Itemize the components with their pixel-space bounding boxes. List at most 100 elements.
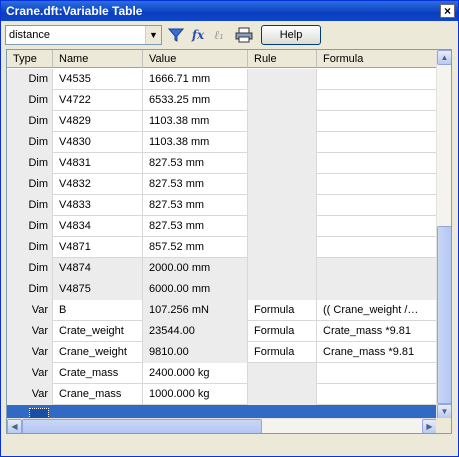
- cell-name[interactable]: Crate_weight: [53, 321, 143, 342]
- cell-formula[interactable]: [317, 363, 437, 384]
- cell-name[interactable]: V4829: [53, 111, 143, 132]
- horizontal-scrollbar[interactable]: ◀ ▶: [7, 418, 437, 433]
- cell-value[interactable]: 2400.000 kg: [143, 363, 248, 384]
- table-row[interactable]: Dim V4829 1103.38 mm: [7, 111, 437, 132]
- table-row[interactable]: Dim V4833 827.53 mm: [7, 195, 437, 216]
- table-row[interactable]: Dim V4832 827.53 mm: [7, 174, 437, 195]
- cell-type[interactable]: Var: [7, 300, 53, 321]
- cell-name[interactable]: V4832: [53, 174, 143, 195]
- cell-rule[interactable]: [248, 111, 317, 132]
- cell-type[interactable]: Dim: [7, 153, 53, 174]
- table-row[interactable]: Dim V4875 6000.00 mm: [7, 279, 437, 300]
- cell-formula[interactable]: [317, 237, 437, 258]
- cell-value[interactable]: 827.53 mm: [143, 153, 248, 174]
- table-row[interactable]: Var Crate_mass 2400.000 kg: [7, 363, 437, 384]
- cell-formula[interactable]: [317, 90, 437, 111]
- cell-formula[interactable]: [317, 216, 437, 237]
- cell-value[interactable]: 827.53 mm: [143, 174, 248, 195]
- table-row[interactable]: Dim V4722 6533.25 mm: [7, 90, 437, 111]
- cell-rule[interactable]: [248, 384, 317, 405]
- table-row[interactable]: Var Crate_weight 23544.00 Formula Crate_mass…: [7, 321, 437, 342]
- cell-formula[interactable]: [317, 384, 437, 405]
- cell-type[interactable]: Dim: [7, 195, 53, 216]
- scroll-down-icon[interactable]: ▼: [437, 404, 451, 419]
- cell-name[interactable]: V4722: [53, 90, 143, 111]
- cell-rule[interactable]: Formula: [248, 300, 317, 321]
- formula-fx-icon[interactable]: fx: [188, 25, 208, 45]
- cell-rule[interactable]: [248, 69, 317, 90]
- cell-type[interactable]: Var: [7, 321, 53, 342]
- cell-name[interactable]: Crane_weight: [53, 342, 143, 363]
- cell-formula[interactable]: [317, 195, 437, 216]
- table-row[interactable]: Var Crane_weight 9810.00 Formula Crane_mass …: [7, 342, 437, 363]
- column-header-rule[interactable]: Rule: [248, 50, 317, 68]
- cell-rule[interactable]: [248, 153, 317, 174]
- cell-value[interactable]: 6533.25 mm: [143, 90, 248, 111]
- cell-type[interactable]: Dim: [7, 132, 53, 153]
- cell-rule[interactable]: [248, 174, 317, 195]
- cell-type[interactable]: Dim: [7, 258, 53, 279]
- cell-name[interactable]: Crane_mass: [53, 384, 143, 405]
- column-header-value[interactable]: Value: [143, 50, 248, 68]
- table-row[interactable]: Var B 107.256 mN Formula(( Crane_weight /…: [7, 300, 437, 321]
- cell-formula[interactable]: (( Crane_weight /…: [317, 300, 437, 321]
- cell-type[interactable]: Dim: [7, 111, 53, 132]
- cell-type[interactable]: Dim: [7, 279, 53, 300]
- cell-name[interactable]: Crate_mass: [53, 363, 143, 384]
- filter-combobox[interactable]: distance ▼: [5, 25, 162, 45]
- cell-formula[interactable]: [317, 69, 437, 90]
- cell-value[interactable]: 857.52 mm: [143, 237, 248, 258]
- cell-rule[interactable]: [248, 216, 317, 237]
- cell-rule[interactable]: [248, 279, 317, 300]
- table-row[interactable]: Dim V4834 827.53 mm: [7, 216, 437, 237]
- cell-rule[interactable]: [248, 258, 317, 279]
- cell-rule[interactable]: Formula: [248, 321, 317, 342]
- cell-formula[interactable]: Crate_mass *9.81: [317, 321, 437, 342]
- cell-rule[interactable]: [248, 363, 317, 384]
- close-button[interactable]: ×: [440, 4, 455, 18]
- cell-formula[interactable]: [317, 111, 437, 132]
- cell-type[interactable]: Dim: [7, 237, 53, 258]
- cell-value[interactable]: 1666.71 mm: [143, 69, 248, 90]
- cell-name[interactable]: V4833: [53, 195, 143, 216]
- cell-type[interactable]: Var: [7, 342, 53, 363]
- cell-type[interactable]: Var: [7, 384, 53, 405]
- chevron-down-icon[interactable]: ▼: [145, 26, 161, 44]
- cell-rule[interactable]: Formula: [248, 342, 317, 363]
- variable-grid[interactable]: Type Name Value Rule Formula Dim V4535 166…: [6, 49, 452, 434]
- cell-value[interactable]: 1103.38 mm: [143, 111, 248, 132]
- cell-formula[interactable]: Crane_mass *9.81: [317, 342, 437, 363]
- table-row[interactable]: Dim V4830 1103.38 mm: [7, 132, 437, 153]
- cell-name[interactable]: V4875: [53, 279, 143, 300]
- cell-formula[interactable]: [317, 174, 437, 195]
- vertical-scroll-thumb[interactable]: [437, 226, 451, 404]
- title-bar[interactable]: Crane.dft:Variable Table ×: [1, 1, 458, 21]
- cell-rule[interactable]: [248, 237, 317, 258]
- column-header-name[interactable]: Name: [53, 50, 143, 68]
- cell-type[interactable]: Dim: [7, 174, 53, 195]
- table-row[interactable]: Dim V4831 827.53 mm: [7, 153, 437, 174]
- cell-value[interactable]: 827.53 mm: [143, 216, 248, 237]
- horizontal-scroll-thumb[interactable]: [22, 419, 262, 433]
- cell-name[interactable]: B: [53, 300, 143, 321]
- cell-name[interactable]: V4834: [53, 216, 143, 237]
- cell-type[interactable]: Dim: [7, 216, 53, 237]
- cell-value[interactable]: 1103.38 mm: [143, 132, 248, 153]
- table-row[interactable]: Dim V4535 1666.71 mm: [7, 69, 437, 90]
- cell-value[interactable]: 1000.000 kg: [143, 384, 248, 405]
- cell-type[interactable]: Dim: [7, 90, 53, 111]
- cell-formula[interactable]: [317, 258, 437, 279]
- cell-type[interactable]: Var: [7, 363, 53, 384]
- cell-name[interactable]: V4871: [53, 237, 143, 258]
- cell-value[interactable]: 827.53 mm: [143, 195, 248, 216]
- cell-formula[interactable]: [317, 153, 437, 174]
- cell-value[interactable]: 23544.00: [143, 321, 248, 342]
- filter-icon[interactable]: [166, 25, 186, 45]
- cell-name[interactable]: V4535: [53, 69, 143, 90]
- cell-name[interactable]: V4830: [53, 132, 143, 153]
- cell-formula[interactable]: [317, 132, 437, 153]
- cell-rule[interactable]: [248, 90, 317, 111]
- cell-type[interactable]: Dim: [7, 69, 53, 90]
- cell-name[interactable]: V4831: [53, 153, 143, 174]
- scroll-left-icon[interactable]: ◀: [7, 419, 22, 433]
